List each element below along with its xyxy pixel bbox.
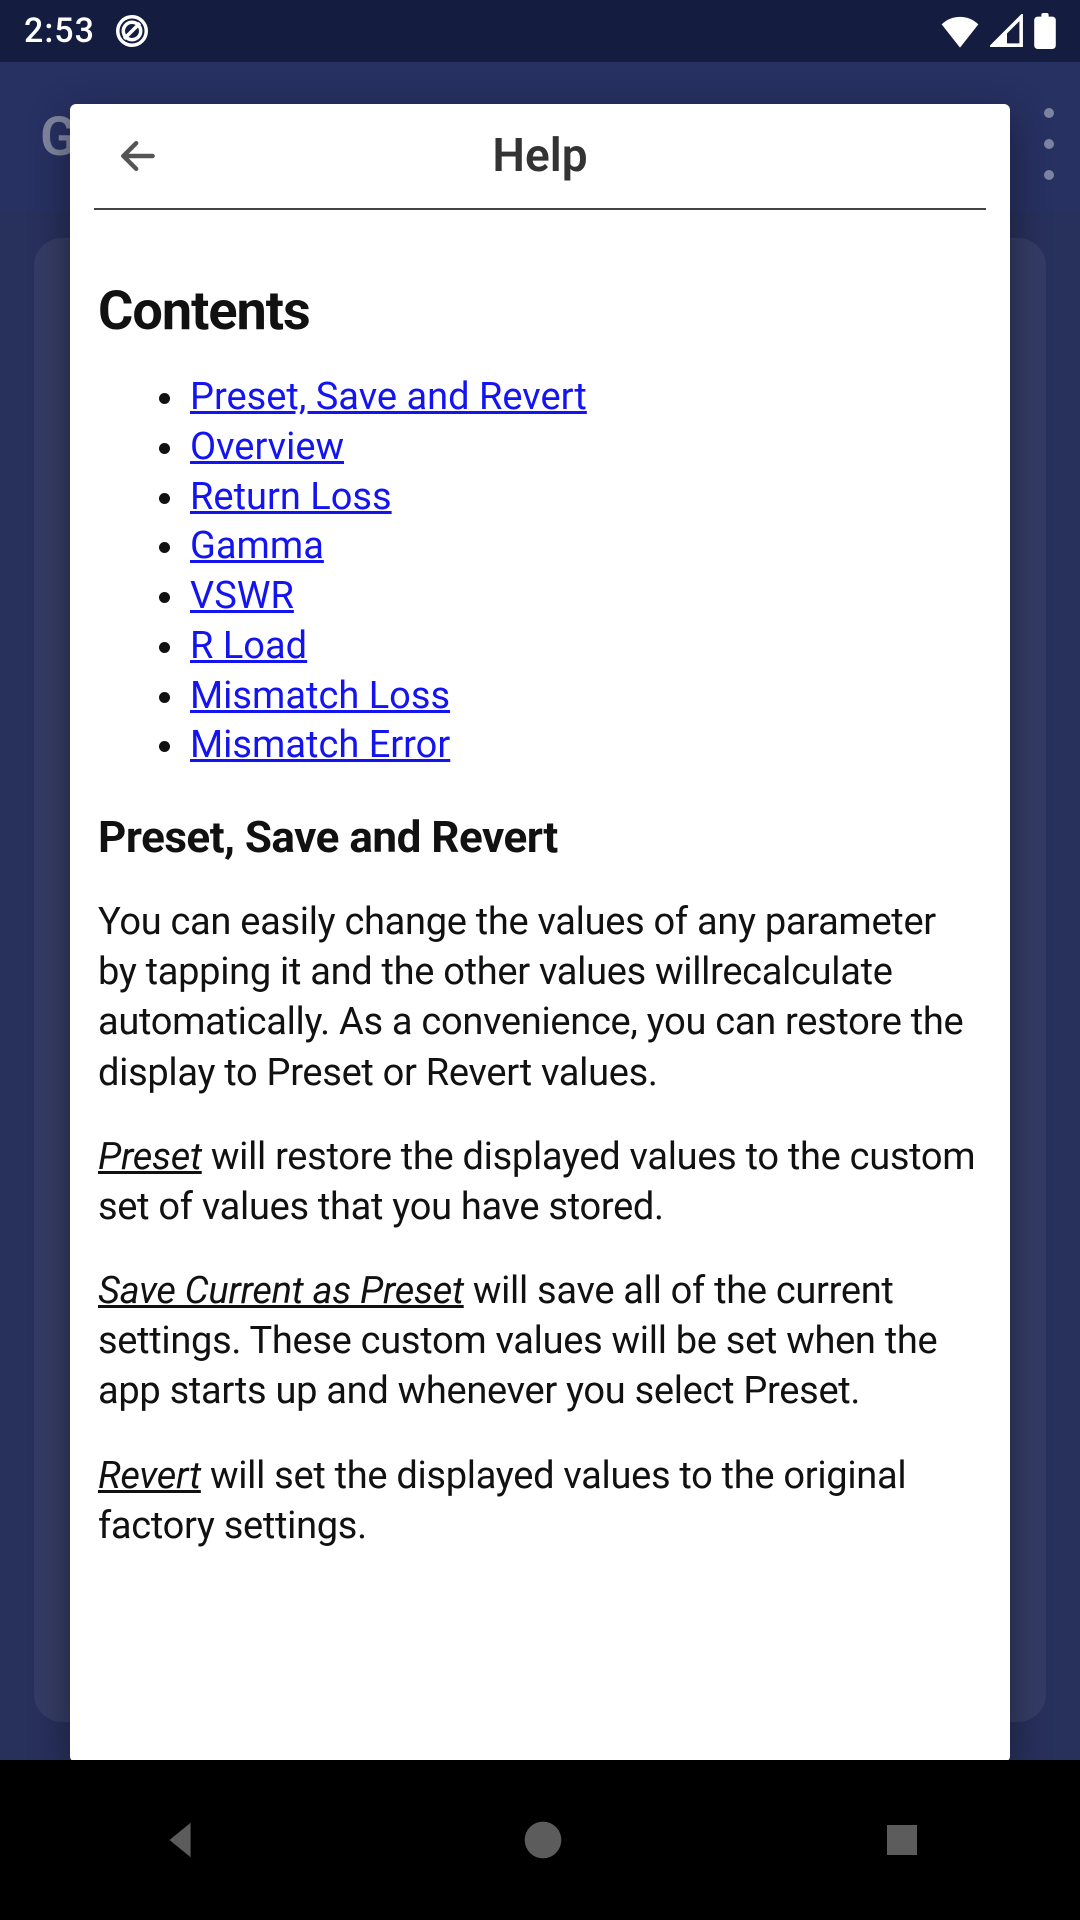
battery-icon bbox=[1034, 13, 1056, 49]
toc-link-vswr[interactable]: VSWR bbox=[190, 574, 294, 618]
toc-link-return-loss[interactable]: Return Loss bbox=[190, 475, 392, 519]
list-item: Overview bbox=[188, 423, 982, 473]
toc-link-overview[interactable]: Overview bbox=[190, 425, 344, 469]
list-item: Preset, Save and Revert bbox=[188, 373, 982, 423]
list-item: Return Loss bbox=[188, 473, 982, 523]
signal-icon bbox=[990, 14, 1024, 48]
system-nav-bar bbox=[0, 1760, 1080, 1920]
dialog-title: Help bbox=[94, 129, 986, 183]
status-time: 2:53 bbox=[24, 11, 95, 51]
nav-recent-icon[interactable] bbox=[882, 1820, 922, 1860]
status-bar: 2:53 bbox=[0, 0, 1080, 62]
dnd-icon bbox=[113, 12, 151, 50]
term-preset: Preset bbox=[98, 1135, 202, 1179]
toc-link-mismatch-loss[interactable]: Mismatch Loss bbox=[190, 674, 450, 718]
nav-home-icon[interactable] bbox=[521, 1818, 565, 1862]
contents-heading: Contents bbox=[98, 280, 982, 343]
dialog-header: Help bbox=[94, 104, 986, 210]
paragraph-revert-rest: will set the displayed values to the ori… bbox=[98, 1454, 906, 1548]
nav-back-icon[interactable] bbox=[158, 1817, 204, 1863]
list-item: R Load bbox=[188, 622, 982, 672]
toc-link-preset[interactable]: Preset, Save and Revert bbox=[190, 375, 587, 419]
paragraph-save: Save Current as Preset will save all of … bbox=[98, 1266, 982, 1416]
list-item: Mismatch Loss bbox=[188, 672, 982, 722]
paragraph-preset: Preset will restore the displayed values… bbox=[98, 1132, 982, 1232]
toc-link-gamma[interactable]: Gamma bbox=[190, 524, 324, 568]
help-content[interactable]: Contents Preset, Save and Revert Overvie… bbox=[70, 210, 1010, 1762]
list-item: Mismatch Error bbox=[188, 721, 982, 771]
term-save: Save Current as Preset bbox=[98, 1269, 464, 1313]
toc-link-mismatch-error[interactable]: Mismatch Error bbox=[190, 723, 450, 767]
term-revert: Revert bbox=[98, 1454, 201, 1498]
paragraph-preset-rest: will restore the displayed values to the… bbox=[98, 1135, 975, 1229]
paragraph-intro: You can easily change the values of any … bbox=[98, 897, 982, 1098]
table-of-contents: Preset, Save and Revert Overview Return … bbox=[98, 373, 982, 771]
wifi-icon bbox=[940, 14, 980, 48]
list-item: Gamma bbox=[188, 522, 982, 572]
back-button[interactable] bbox=[114, 132, 162, 180]
arrow-left-icon bbox=[116, 134, 160, 178]
help-dialog: Help Contents Preset, Save and Revert Ov… bbox=[70, 104, 1010, 1762]
paragraph-revert: Revert will set the displayed values to … bbox=[98, 1451, 982, 1551]
list-item: VSWR bbox=[188, 572, 982, 622]
toc-link-r-load[interactable]: R Load bbox=[190, 624, 307, 668]
section-heading-preset: Preset, Save and Revert bbox=[98, 811, 982, 863]
